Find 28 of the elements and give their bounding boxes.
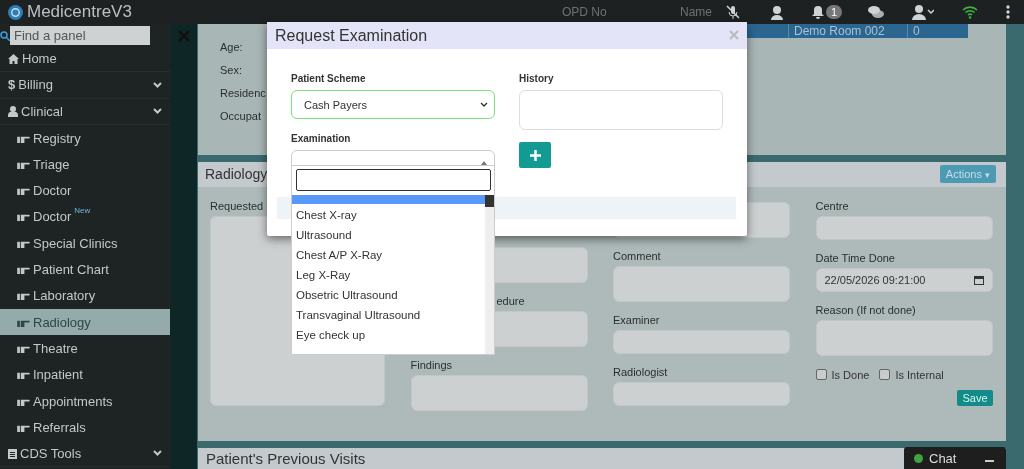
field-label: Residenc bbox=[220, 87, 266, 99]
field-label: Occupat bbox=[220, 110, 262, 122]
field-label: Radiologist bbox=[613, 364, 669, 379]
field-label: Examiner bbox=[613, 312, 661, 327]
field-label: Findings bbox=[410, 357, 454, 372]
app-title: MedicentreV3 bbox=[27, 2, 132, 22]
notification-badge: 1 bbox=[825, 5, 842, 19]
checkbox-label: Is Internal bbox=[895, 368, 944, 381]
checkbox-label: Is Done bbox=[831, 368, 870, 381]
field-label: Patient Scheme bbox=[291, 73, 367, 86]
panel-title: Radiology bbox=[205, 166, 268, 183]
field-label: Comment bbox=[613, 248, 662, 263]
field-label: Date Time Done bbox=[815, 250, 896, 265]
caret-icon: ▾ bbox=[985, 170, 990, 181]
field-label: Sex: bbox=[220, 64, 243, 76]
dialog-title: Request Examination bbox=[275, 26, 428, 45]
field-label: Reason (If not done) bbox=[815, 302, 917, 317]
column-header: Name bbox=[680, 5, 712, 19]
chat-label: Chat bbox=[929, 450, 957, 466]
field-label: History bbox=[519, 73, 555, 86]
panel-title: Patient's Previous Visits bbox=[206, 450, 366, 467]
dollar-icon: $ bbox=[8, 77, 16, 93]
field-label: Requested bbox=[210, 198, 265, 213]
field-label: Age: bbox=[220, 41, 244, 53]
column-header: OPD No bbox=[562, 5, 607, 19]
field-label: edure bbox=[496, 293, 526, 308]
field-label: Centre bbox=[815, 198, 850, 213]
field-label: Examination bbox=[291, 133, 352, 146]
